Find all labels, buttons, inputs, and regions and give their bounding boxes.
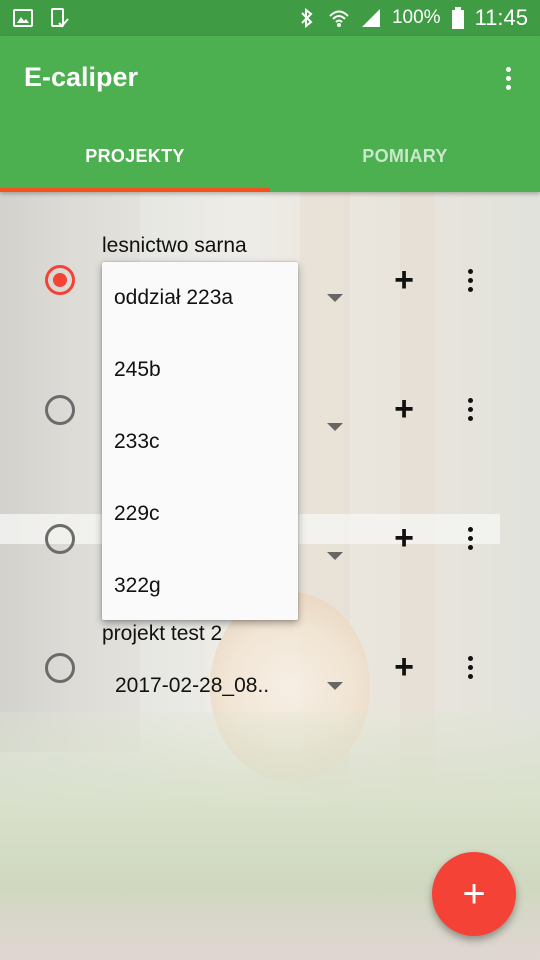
bluetooth-icon [301, 7, 313, 29]
spinner-dropdown-icon[interactable] [327, 294, 343, 302]
app-bar: E-caliper PROJEKTY POMIARY [0, 36, 540, 192]
spinner-dropdown-icon[interactable] [327, 552, 343, 560]
spinner-dropdown-icon[interactable] [327, 682, 343, 690]
dropdown-option[interactable]: 229c [102, 478, 298, 550]
overflow-menu-icon[interactable] [494, 60, 522, 96]
project-title: lesnictwo sarna [102, 234, 247, 257]
status-bar: 100% 11:45 [0, 0, 540, 36]
tab-pomiary[interactable]: POMIARY [270, 120, 540, 192]
project-title: projekt test 2 [102, 622, 223, 645]
tab-bar: PROJEKTY POMIARY [0, 120, 540, 192]
add-measurement-button[interactable]: + [389, 521, 419, 555]
status-time: 11:45 [474, 5, 528, 30]
gallery-notification-icon [13, 9, 33, 27]
add-measurement-button[interactable]: + [389, 263, 419, 297]
row-overflow-menu-icon[interactable] [460, 265, 480, 295]
add-measurement-button[interactable]: + [389, 392, 419, 426]
row-overflow-menu-icon[interactable] [460, 394, 480, 424]
dropdown-option[interactable]: oddział 223a [102, 262, 298, 334]
spinner-dropdown-popup: oddział 223a 245b 233c 229c 322g [102, 262, 298, 620]
measurement-spinner-value[interactable]: 2017-02-28_08.. [115, 674, 269, 698]
add-measurement-button[interactable]: + [389, 650, 419, 684]
spinner-dropdown-icon[interactable] [327, 423, 343, 431]
wifi-icon [329, 10, 349, 27]
row-overflow-menu-icon[interactable] [460, 523, 480, 553]
row-overflow-menu-icon[interactable] [460, 652, 480, 682]
device-check-notification-icon [51, 8, 69, 28]
tab-projekty[interactable]: PROJEKTY [0, 120, 270, 192]
cell-signal-icon [361, 9, 380, 27]
list-item[interactable]: projekt test 2 2017-02-28_08.. + [0, 605, 540, 735]
tab-indicator [0, 188, 270, 192]
battery-icon [451, 7, 464, 29]
project-radio-button[interactable] [45, 265, 75, 295]
project-radio-button[interactable] [45, 653, 75, 683]
app-title: E-caliper [24, 62, 139, 92]
add-project-fab[interactable]: + [432, 852, 516, 936]
battery-percent: 100% [391, 7, 441, 28]
dropdown-option[interactable]: 322g [102, 550, 298, 622]
dropdown-option[interactable]: 233c [102, 406, 298, 478]
project-radio-button[interactable] [45, 524, 75, 554]
dropdown-option[interactable]: 245b [102, 334, 298, 406]
project-radio-button[interactable] [45, 395, 75, 425]
